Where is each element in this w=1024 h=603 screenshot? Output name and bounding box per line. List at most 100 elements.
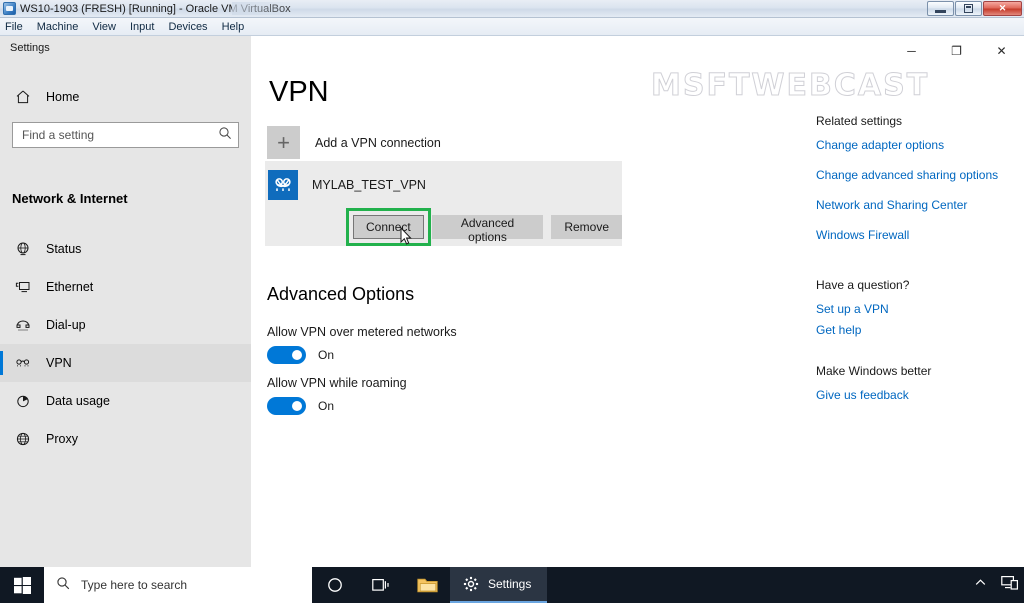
- add-vpn-connection-button[interactable]: + Add a VPN connection: [267, 126, 441, 159]
- vpn-connection-card[interactable]: MYLAB_TEST_VPN Connect Advanced options …: [265, 161, 622, 246]
- watermark-text: MSFTWEBCAST: [651, 68, 929, 103]
- settings-maximize-button[interactable]: ❐: [934, 36, 979, 66]
- search-icon: [218, 126, 232, 145]
- metered-networks-label: Allow VPN over metered networks: [267, 325, 457, 339]
- sidebar-label-vpn: VPN: [46, 356, 72, 370]
- virtualbox-app-icon: [3, 2, 16, 15]
- menu-help[interactable]: Help: [222, 21, 245, 33]
- proxy-globe-icon: [14, 431, 32, 447]
- menu-input[interactable]: Input: [130, 21, 154, 33]
- metered-networks-toggle-row[interactable]: On: [267, 346, 334, 364]
- menu-machine[interactable]: Machine: [37, 21, 79, 33]
- sidebar-item-data-usage[interactable]: Data usage: [0, 382, 251, 420]
- sidebar-label-proxy: Proxy: [46, 432, 78, 446]
- panel-divider-2: [816, 344, 1016, 364]
- taskbar-search-placeholder: Type here to search: [81, 578, 187, 592]
- roaming-state: On: [318, 399, 334, 413]
- file-explorer-button[interactable]: [404, 567, 450, 603]
- sidebar-label-dialup: Dial-up: [46, 318, 86, 332]
- sidebar-item-home[interactable]: Home: [0, 82, 251, 112]
- sidebar-item-vpn[interactable]: VPN: [0, 344, 251, 382]
- remove-button[interactable]: Remove: [551, 215, 622, 239]
- gear-icon: [463, 576, 479, 592]
- system-tray: [974, 567, 1018, 603]
- link-network-and-sharing-center[interactable]: Network and Sharing Center: [816, 198, 1016, 212]
- search-input[interactable]: [22, 128, 218, 142]
- link-give-us-feedback[interactable]: Give us feedback: [816, 388, 1016, 402]
- sidebar-label-data-usage: Data usage: [46, 394, 110, 408]
- chevron-up-icon[interactable]: [974, 576, 987, 594]
- settings-window: Settings Home Network & Internet: [0, 36, 1024, 567]
- cortana-circle-icon: [327, 577, 343, 593]
- sidebar-nav-list: Status Ethernet Dial-up: [0, 230, 251, 458]
- sidebar-label-status: Status: [46, 242, 81, 256]
- cortana-button[interactable]: [312, 567, 358, 603]
- vpn-connection-entry: MYLAB_TEST_VPN: [268, 170, 426, 200]
- vbox-minimize-button[interactable]: [927, 1, 954, 16]
- settings-window-controls: ─ ❐ ✕: [889, 36, 1024, 66]
- connect-button[interactable]: Connect: [353, 215, 424, 239]
- virtualbox-window-controls: ✕: [927, 1, 1022, 16]
- vbox-restore-button[interactable]: [955, 1, 982, 16]
- network-icon[interactable]: [1001, 575, 1018, 595]
- taskbar-settings-label: Settings: [488, 577, 531, 591]
- make-windows-better-heading: Make Windows better: [816, 364, 1016, 378]
- sidebar-item-ethernet[interactable]: Ethernet: [0, 268, 251, 306]
- taskbar-search-box[interactable]: Type here to search: [44, 567, 312, 603]
- sidebar-home-label: Home: [46, 90, 79, 104]
- status-globe-icon: [14, 241, 32, 257]
- search-box[interactable]: [12, 122, 239, 148]
- related-settings-heading: Related settings: [816, 114, 1016, 128]
- settings-sidebar: Settings Home Network & Internet: [0, 36, 251, 567]
- sidebar-item-proxy[interactable]: Proxy: [0, 420, 251, 458]
- roaming-label: Allow VPN while roaming: [267, 376, 407, 390]
- link-change-advanced-sharing-options[interactable]: Change advanced sharing options: [816, 168, 1016, 182]
- advanced-options-button[interactable]: Advanced options: [432, 215, 544, 239]
- vpn-connection-name: MYLAB_TEST_VPN: [312, 178, 426, 192]
- link-windows-firewall[interactable]: Windows Firewall: [816, 228, 1016, 242]
- windows-taskbar: Type here to search: [0, 567, 1024, 603]
- roaming-toggle-row[interactable]: On: [267, 397, 334, 415]
- sidebar-item-status[interactable]: Status: [0, 230, 251, 268]
- mouse-cursor: [400, 227, 412, 246]
- settings-main-content: MSFTWEBCAST ─ ❐ ✕ VPN + Add a VPN connec…: [251, 36, 1024, 567]
- link-set-up-a-vpn[interactable]: Set up a VPN: [816, 302, 1016, 316]
- panel-divider-1: [816, 258, 1016, 278]
- roaming-toggle[interactable]: [267, 397, 306, 415]
- plus-icon: +: [267, 126, 300, 159]
- vbox-close-button[interactable]: ✕: [983, 1, 1022, 16]
- vpn-action-buttons: Connect Advanced options Remove: [353, 215, 622, 239]
- settings-app-label: Settings: [10, 42, 50, 54]
- menu-view[interactable]: View: [92, 21, 116, 33]
- task-view-button[interactable]: [358, 567, 404, 603]
- file-explorer-icon: [417, 577, 438, 594]
- link-change-adapter-options[interactable]: Change adapter options: [816, 138, 1016, 152]
- start-button[interactable]: [0, 567, 44, 603]
- sidebar-section-heading: Network & Internet: [12, 191, 128, 206]
- add-vpn-connection-label: Add a VPN connection: [315, 136, 441, 150]
- home-icon: [14, 89, 32, 105]
- virtualbox-window: WS10-1903 (FRESH) [Running] - Oracle VM …: [0, 0, 1024, 603]
- link-get-help[interactable]: Get help: [816, 323, 1016, 337]
- settings-minimize-button[interactable]: ─: [889, 36, 934, 66]
- windows-logo-icon: [14, 577, 31, 594]
- have-a-question-heading: Have a question?: [816, 278, 1016, 292]
- page-title: VPN: [269, 76, 329, 109]
- taskbar-settings-window-button[interactable]: Settings: [450, 567, 547, 603]
- sidebar-label-ethernet: Ethernet: [46, 280, 93, 294]
- data-usage-icon: [14, 393, 32, 409]
- settings-close-button[interactable]: ✕: [979, 36, 1024, 66]
- virtualbox-titlebar: WS10-1903 (FRESH) [Running] - Oracle VM …: [0, 0, 1024, 18]
- title-fade-overlay: [232, 2, 290, 15]
- sidebar-item-dialup[interactable]: Dial-up: [0, 306, 251, 344]
- dialup-icon: [14, 317, 32, 333]
- advanced-options-heading: Advanced Options: [267, 284, 414, 305]
- vpn-knot-icon: [268, 170, 298, 200]
- menu-devices[interactable]: Devices: [168, 21, 207, 33]
- menu-file[interactable]: File: [5, 21, 23, 33]
- ethernet-icon: [14, 279, 32, 295]
- taskbar-search-icon: [56, 576, 70, 595]
- connect-button-wrapper: Connect: [353, 215, 424, 239]
- vpn-icon: [14, 355, 32, 371]
- metered-networks-toggle[interactable]: [267, 346, 306, 364]
